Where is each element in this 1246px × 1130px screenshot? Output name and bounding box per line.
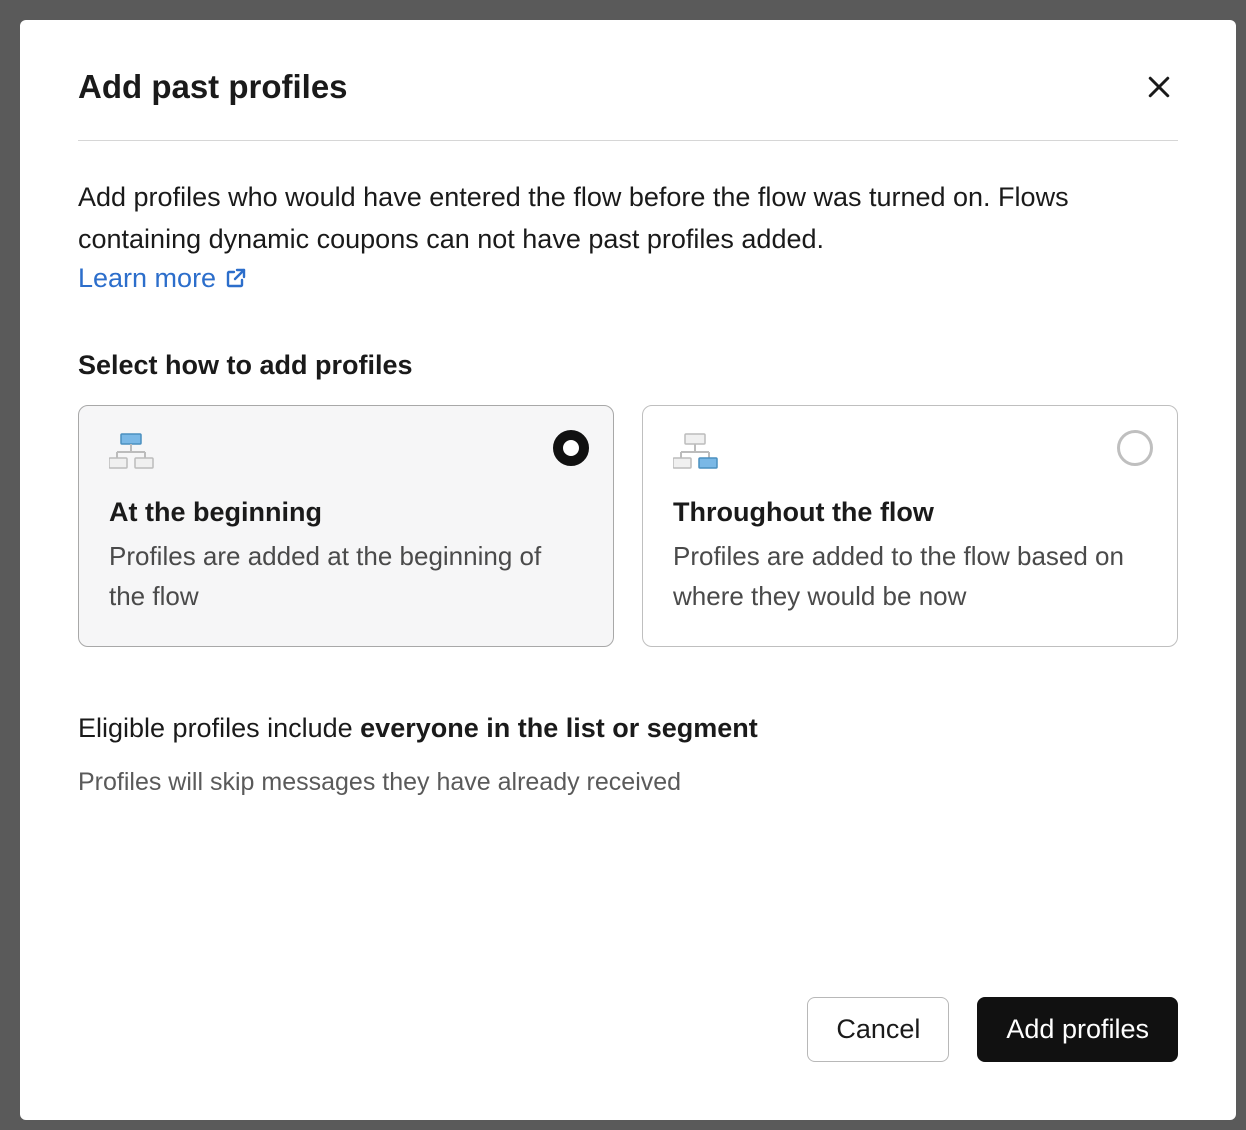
modal-header: Add past profiles (20, 20, 1236, 140)
cancel-button[interactable]: Cancel (807, 997, 949, 1062)
external-link-icon (224, 266, 248, 290)
note-text: Profiles will skip messages they have al… (78, 768, 1178, 797)
modal-description: Add profiles who would have entered the … (78, 177, 1178, 261)
options-group: At the beginning Profiles are added at t… (78, 405, 1178, 648)
eligible-text: Eligible profiles include everyone in th… (78, 713, 1178, 744)
eligible-prefix: Eligible profiles include (78, 713, 360, 743)
modal-title: Add past profiles (78, 68, 348, 106)
section-title: Select how to add profiles (78, 350, 1178, 381)
eligible-bold: everyone in the list or segment (360, 713, 758, 743)
option-description: Profiles are added to the flow based on … (673, 536, 1147, 617)
modal-body: Add profiles who would have entered the … (20, 141, 1236, 943)
add-profiles-button[interactable]: Add profiles (977, 997, 1178, 1062)
learn-more-label: Learn more (78, 263, 216, 294)
modal-footer: Cancel Add profiles (20, 943, 1236, 1120)
close-button[interactable] (1140, 68, 1178, 106)
add-past-profiles-modal: Add past profiles Add profiles who would… (20, 20, 1236, 1120)
radio-selected-icon (553, 430, 589, 466)
option-description: Profiles are added at the beginning of t… (109, 536, 583, 617)
option-title: Throughout the flow (673, 497, 1147, 528)
flow-beginning-icon (109, 432, 583, 481)
option-throughout-flow[interactable]: Throughout the flow Profiles are added t… (642, 405, 1178, 648)
option-title: At the beginning (109, 497, 583, 528)
close-icon (1144, 72, 1174, 102)
radio-unselected-icon (1117, 430, 1153, 466)
learn-more-link[interactable]: Learn more (78, 263, 248, 294)
flow-throughout-icon (673, 432, 1147, 481)
option-at-beginning[interactable]: At the beginning Profiles are added at t… (78, 405, 614, 648)
